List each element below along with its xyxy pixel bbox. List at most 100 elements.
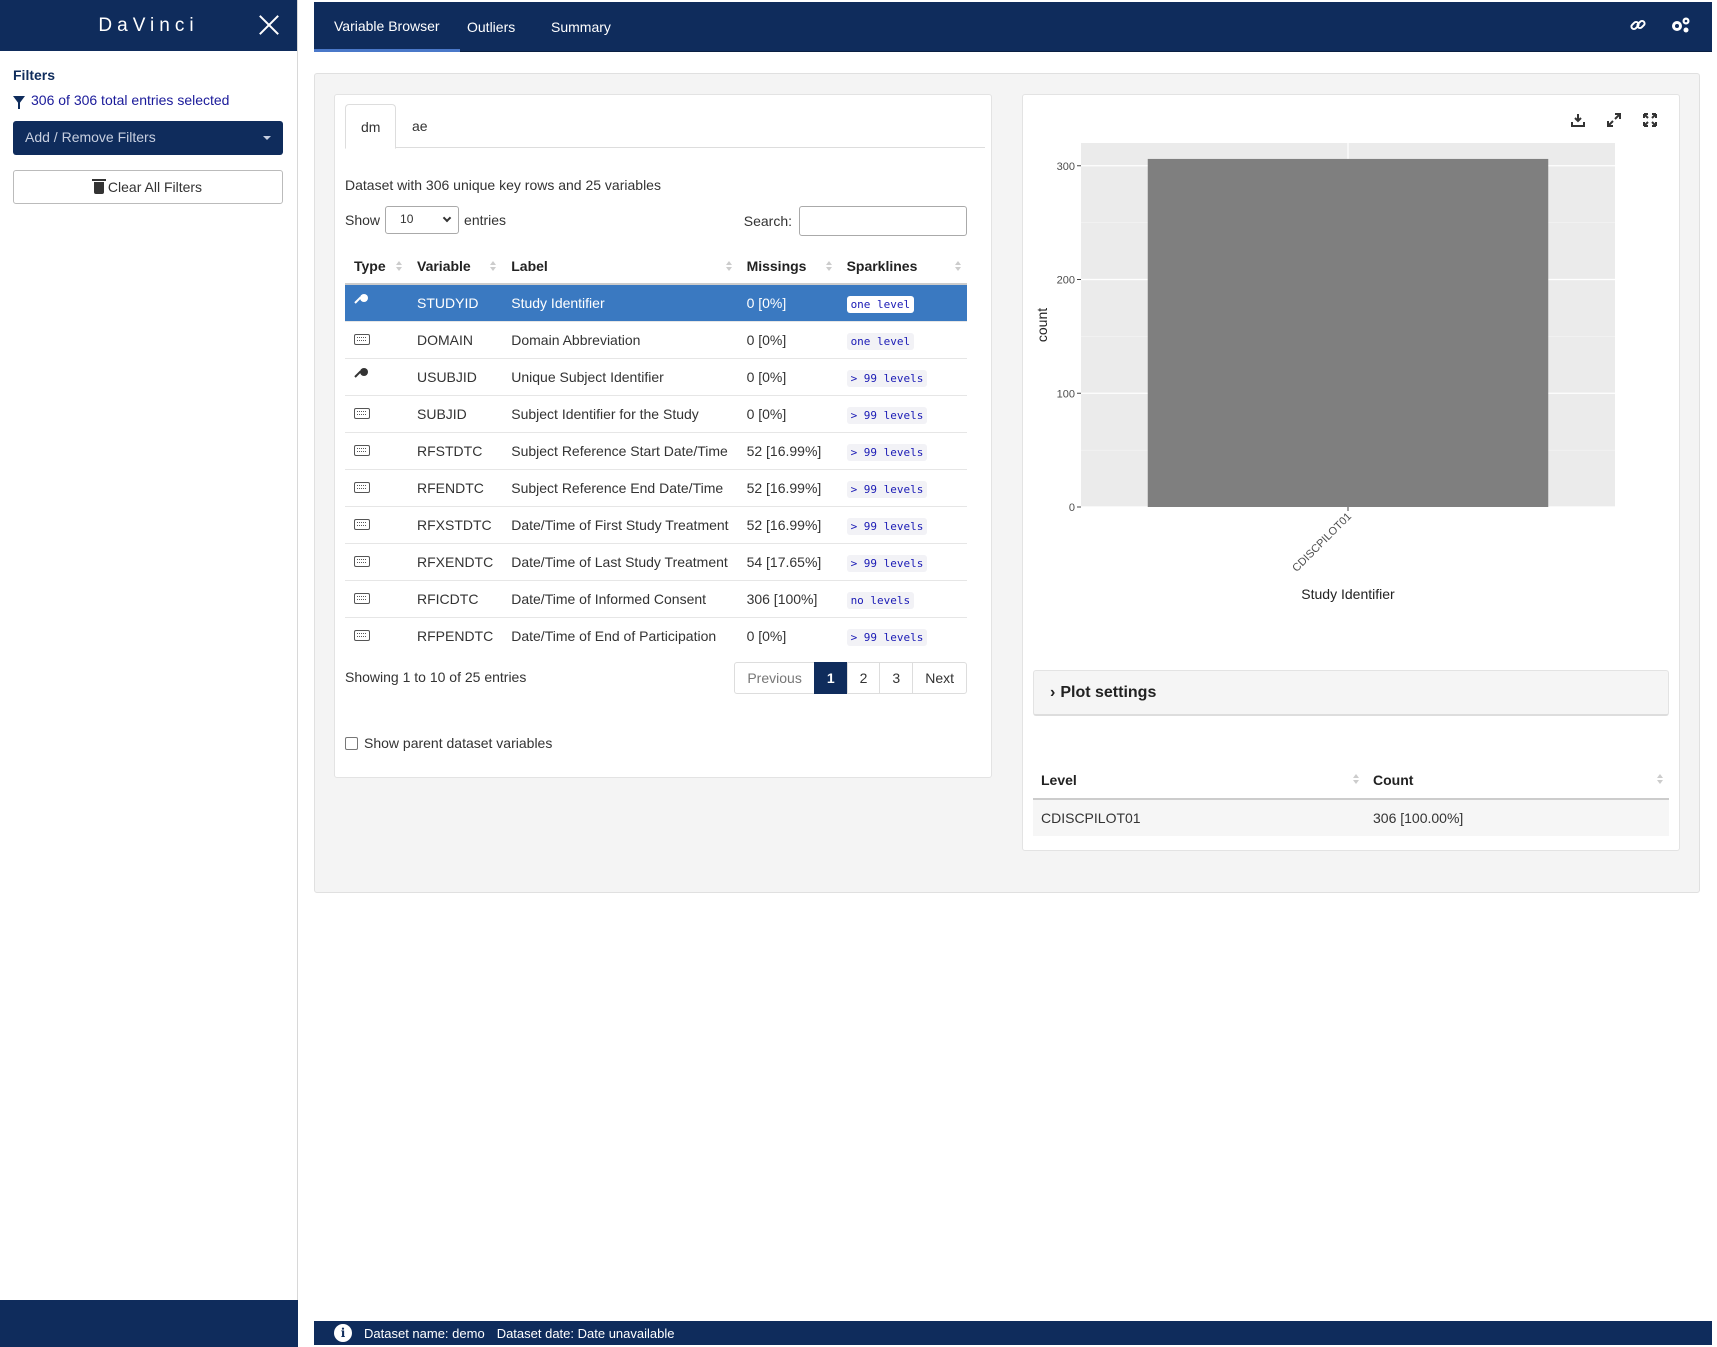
plot-settings-toggle[interactable]: › Plot settings	[1033, 670, 1669, 716]
column-header-sparklines[interactable]: Sparklines	[837, 248, 967, 285]
column-header-count[interactable]: Count	[1365, 761, 1669, 800]
variable-cell: RFENDTC	[408, 468, 503, 506]
table-row[interactable]: RFXSTDTC Date/Time of First Study Treatme…	[345, 505, 967, 543]
dataset-tabs: dm ae	[345, 104, 985, 149]
clear-all-filters-label: Clear All Filters	[107, 179, 203, 195]
sparkline-cell: > 99 levels	[837, 357, 967, 395]
add-remove-filters-label: Add / Remove Filters	[25, 129, 156, 145]
table-row[interactable]: RFENDTC Subject Reference End Date/Time 52…	[345, 468, 967, 506]
type-cell	[345, 468, 408, 506]
level-cell: CDISCPILOT01	[1033, 798, 1365, 836]
sparkline-badge: no levels	[846, 591, 915, 609]
filters-title: Filters	[13, 67, 56, 83]
table-row[interactable]: RFICDTC Date/Time of Informed Consent 306 …	[345, 579, 967, 617]
variable-cell: RFXSTDTC	[408, 505, 503, 543]
status-footer: i Dataset name: demo Dataset date: Date …	[314, 1321, 1712, 1345]
bar	[1147, 158, 1549, 508]
table-row[interactable]: CDISCPILOT01 306 [100.00%]	[1033, 798, 1669, 836]
dataset-tab-dm[interactable]: dm	[345, 104, 397, 149]
sidebar-footer	[0, 1300, 298, 1347]
sparkline-badge: one level	[846, 332, 915, 350]
sparkline-cell: one level	[837, 320, 967, 358]
type-cell	[345, 579, 408, 617]
sparkline-cell: > 99 levels	[837, 616, 967, 654]
previous-page-button[interactable]: Previous	[734, 662, 815, 694]
table-row[interactable]: USUBJID Unique Subject Identifier 0 [0%] > …	[345, 357, 967, 395]
missings-cell: 0 [0%]	[737, 283, 838, 321]
pagination: Previous 1 2 3 Next	[734, 662, 967, 694]
app-root: DaVinci Filters 306 of 306 total entries…	[0, 0, 1717, 1347]
link-icon[interactable]	[1629, 16, 1649, 36]
table-row[interactable]: RFSTDTC Subject Reference Start Date/Time…	[345, 431, 967, 469]
tab-summary[interactable]: Summary	[531, 2, 631, 52]
table-row[interactable]: SUBJID Subject Identifier for the Study 0 …	[345, 394, 967, 432]
table-row[interactable]: RFXENDTC Date/Time of Last Study Treatmen…	[345, 542, 967, 580]
missings-cell: 0 [0%]	[737, 357, 838, 395]
next-page-button[interactable]: Next	[912, 662, 967, 694]
type-cell	[345, 394, 408, 432]
table-row[interactable]: DOMAIN Domain Abbreviation 0 [0%] one level	[345, 320, 967, 358]
type-cell	[345, 357, 408, 395]
table-row[interactable]: STUDYID Study Identifier 0 [0%] one level	[345, 283, 967, 321]
entries-select-value: 10	[400, 212, 414, 226]
label-cell: Subject Identifier for the Study	[502, 394, 738, 432]
expand-icon[interactable]	[1603, 109, 1625, 131]
keyboard-icon	[354, 592, 370, 604]
tab-variable-browser[interactable]: Variable Browser	[314, 2, 460, 52]
sort-icon	[1353, 774, 1359, 784]
type-cell	[345, 431, 408, 469]
column-header-missings[interactable]: Missings	[737, 248, 838, 285]
clear-all-filters-button[interactable]: Clear All Filters	[13, 170, 283, 204]
y-axis-label: count	[1034, 308, 1050, 342]
count-cell: 306 [100.00%]	[1365, 798, 1669, 836]
show-parent-variables: Show parent dataset variables	[345, 735, 552, 751]
variable-cell: RFXENDTC	[408, 542, 503, 580]
gears-icon[interactable]	[1670, 16, 1690, 36]
dataset-tab-ae[interactable]: ae	[397, 104, 443, 148]
y-tick-label: 300	[1057, 161, 1075, 173]
missings-cell: 0 [0%]	[737, 394, 838, 432]
sparkline-badge: > 99 levels	[846, 554, 928, 572]
column-header-label: Variable	[417, 257, 471, 274]
page-2-button[interactable]: 2	[846, 662, 881, 694]
show-parent-variables-checkbox[interactable]	[345, 736, 358, 750]
show-entries: Show 10 entries	[345, 206, 506, 234]
info-icon: i	[334, 1324, 352, 1342]
entries-select[interactable]: 10	[385, 206, 460, 234]
missings-cell: 54 [17.65%]	[737, 542, 838, 580]
sort-icon	[1657, 774, 1663, 784]
column-header-label[interactable]: Label	[502, 248, 738, 285]
page-3-button[interactable]: 3	[879, 662, 914, 694]
column-header-variable[interactable]: Variable	[408, 248, 503, 285]
level-count-table: Level Count CDISCPILOT01 306 [100.00%]	[1033, 761, 1669, 836]
label-cell: Subject Reference End Date/Time	[502, 468, 738, 506]
search-input[interactable]	[799, 206, 967, 236]
show-parent-variables-label: Show parent dataset variables	[364, 735, 553, 751]
sidebar-header: DaVinci	[0, 0, 297, 51]
dataset-name: Dataset name: demo	[364, 1325, 485, 1341]
page-1-button[interactable]: 1	[813, 662, 848, 694]
sparkline-badge: one level	[846, 295, 915, 313]
tab-outliers[interactable]: Outliers	[447, 2, 535, 52]
filter-icon	[13, 96, 25, 109]
sort-icon	[825, 261, 832, 271]
add-remove-filters-dropdown[interactable]: Add / Remove Filters	[13, 121, 283, 155]
download-icon[interactable]	[1567, 109, 1589, 131]
variable-cell: RFICDTC	[408, 579, 503, 617]
keyboard-icon	[354, 629, 370, 641]
column-header-type[interactable]: Type	[345, 248, 408, 285]
y-tick-label: 0	[1069, 502, 1075, 514]
column-header-level[interactable]: Level	[1033, 761, 1365, 800]
fullscreen-icon[interactable]	[1639, 109, 1661, 131]
close-sidebar-icon[interactable]	[257, 13, 281, 37]
label-cell: Date/Time of Last Study Treatment	[502, 542, 738, 580]
type-cell	[345, 283, 408, 321]
missings-cell: 52 [16.99%]	[737, 431, 838, 469]
sparkline-cell: > 99 levels	[837, 394, 967, 432]
sparkline-cell: > 99 levels	[837, 468, 967, 506]
y-axis: 0 100 200 300	[1057, 161, 1081, 514]
dataset-info: Dataset with 306 unique key rows and 25 …	[345, 177, 661, 193]
table-row[interactable]: RFPENDTC Date/Time of End of Participatio…	[345, 616, 967, 654]
dataset-tab-ae-label: ae	[412, 118, 428, 134]
label-cell: Unique Subject Identifier	[502, 357, 738, 395]
